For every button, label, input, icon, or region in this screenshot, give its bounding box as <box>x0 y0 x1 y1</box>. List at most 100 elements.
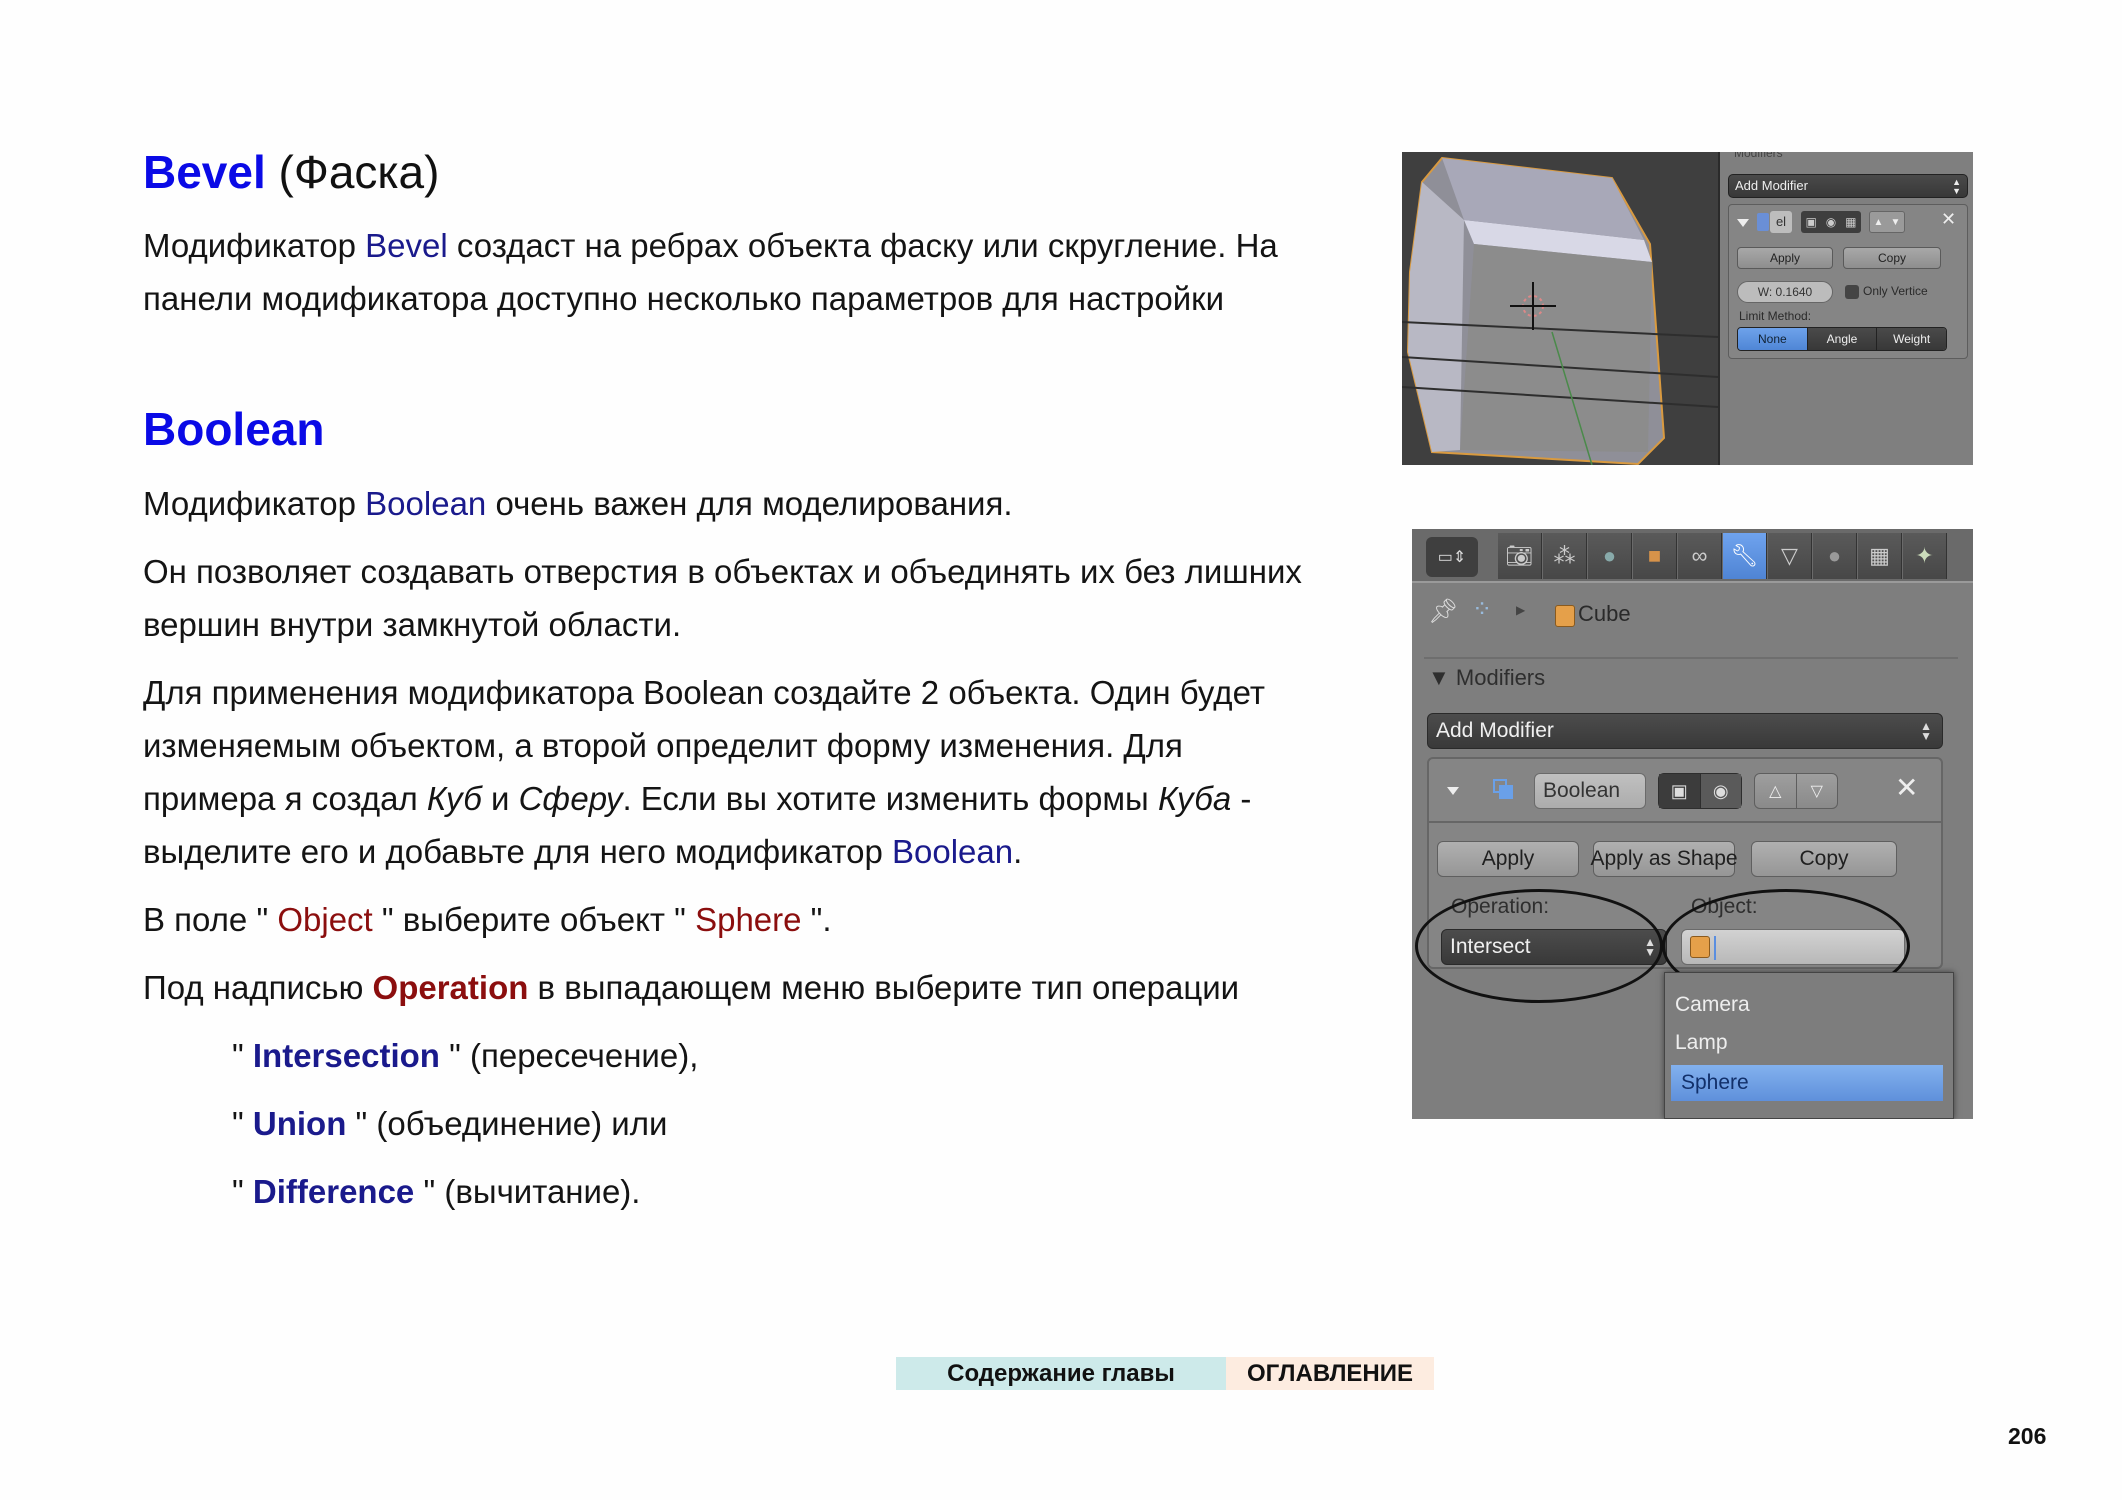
editor-type-selector[interactable]: ▭⇕ <box>1426 537 1478 577</box>
apply-button[interactable]: Apply <box>1737 247 1833 269</box>
cube-term: Куб <box>426 780 482 817</box>
menu-item-lamp[interactable]: Lamp <box>1665 1025 1953 1061</box>
render-icon[interactable]: ▣ <box>1805 215 1816 229</box>
move-up-icon[interactable]: ▲ <box>1874 217 1884 228</box>
move-up-icon[interactable]: △ <box>1755 774 1797 808</box>
cube-object-icon <box>1555 605 1575 627</box>
boolean-paragraph-3-line-4: выделите его и добавьте для него модифик… <box>143 832 1022 872</box>
table-of-contents-link[interactable]: ОГЛАВЛЕНИЕ <box>1226 1357 1434 1390</box>
up-down-arrows-icon: ▲ ▼ <box>1920 719 1932 743</box>
limit-method-weight[interactable]: Weight <box>1877 328 1946 350</box>
operation-desc: " (вычитание). <box>414 1173 641 1210</box>
cube-term: Куба <box>1157 780 1232 817</box>
tab-modifiers[interactable]: 🔧︎ <box>1723 533 1767 579</box>
object-keyword: Object <box>277 901 373 938</box>
text: - <box>1231 780 1252 817</box>
scene-icon: ⁂ <box>1553 543 1576 568</box>
text: " <box>232 1105 253 1142</box>
camera-icon: 📷︎ <box>1505 543 1534 568</box>
add-modifier-label: Add Modifier <box>1735 178 1808 193</box>
text: Модификатор <box>143 227 366 264</box>
limit-method-none[interactable]: None <box>1738 328 1808 350</box>
tab-render[interactable]: 📷︎ <box>1498 533 1542 579</box>
modifier-name-field[interactable]: Boolean <box>1534 773 1646 809</box>
tab-material[interactable]: ● <box>1813 533 1857 579</box>
add-modifier-dropdown[interactable]: Add Modifier ▲ ▼ <box>1427 713 1943 749</box>
wrench-icon: 🔧︎ <box>1730 543 1759 568</box>
bevel-modifier-box: el ▣ ◉ ▦ ▲ ▼ ✕ Apply Copy W: 0.1640 Only Ve… <box>1728 204 1968 359</box>
modifier-name-field[interactable]: el <box>1770 211 1792 233</box>
width-field[interactable]: W: 0.1640 <box>1737 281 1833 303</box>
operation-item-difference: " Difference " (вычитание). <box>232 1172 640 1212</box>
boolean-paragraph-2-line-2: вершин внутри замкнутой области. <box>143 606 682 643</box>
apply-as-shape-button[interactable]: Apply as Shape <box>1590 841 1738 877</box>
bevel-heading-translation: (Фаска) <box>265 146 440 198</box>
text: " выберите объект " <box>372 901 696 938</box>
remove-modifier-close-icon[interactable]: ✕ <box>1895 771 1918 804</box>
boolean-keyword: Boolean <box>891 833 1014 870</box>
boolean-modifier-icon-inner <box>1499 785 1513 799</box>
add-modifier-dropdown[interactable]: Add Modifier ▲ ▼ <box>1728 174 1968 198</box>
text: . Если вы хотите изменить формы <box>622 780 1158 817</box>
menu-item-sphere[interactable]: Sphere <box>1671 1065 1943 1101</box>
eye-icon[interactable]: ◉ <box>1700 774 1741 808</box>
copy-button[interactable]: Copy <box>1751 841 1897 877</box>
boolean-heading-keyword: Boolean <box>143 403 325 455</box>
pin-icon[interactable]: 📌︎ <box>1428 597 1458 626</box>
visibility-toggles[interactable]: ▣ ◉ ▦ <box>1801 211 1861 233</box>
text: ". <box>801 901 832 938</box>
breadcrumb-arrow-icon: ▶ <box>1516 603 1526 617</box>
text: и <box>481 780 519 817</box>
editmode-icon[interactable]: ▦ <box>1845 215 1856 229</box>
tab-particles[interactable]: ✦ <box>1903 533 1947 579</box>
tab-scene[interactable]: ⁂ <box>1543 533 1587 579</box>
tab-world[interactable]: ● <box>1588 533 1632 579</box>
sphere-keyword: Sphere <box>695 901 802 938</box>
chapter-contents-link[interactable]: Содержание главы <box>896 1357 1226 1390</box>
expand-triangle-icon: ▼ <box>1428 665 1456 690</box>
close-icon[interactable]: ✕ <box>1941 209 1956 230</box>
only-vertices-checkbox[interactable] <box>1845 285 1859 299</box>
sphere-term: Сферу <box>518 780 623 817</box>
only-vertices-label: Only Vertice <box>1863 284 1928 298</box>
tab-constraints[interactable]: ∞ <box>1678 533 1722 579</box>
world-icon: ● <box>1602 543 1617 568</box>
copy-button[interactable]: Copy <box>1843 247 1941 269</box>
collapse-triangle-icon[interactable] <box>1447 787 1459 795</box>
tab-texture[interactable]: ▦ <box>1858 533 1902 579</box>
text: " <box>232 1173 253 1210</box>
modifier-type-icon <box>1757 213 1769 231</box>
move-down-icon[interactable]: ▽ <box>1797 774 1838 808</box>
add-modifier-label: Add Modifier <box>1436 719 1554 742</box>
text: примера я создал <box>143 780 427 817</box>
bevel-heading-keyword: Bevel <box>143 146 266 198</box>
text: Модификатор <box>143 485 366 522</box>
operation-item-intersection: " Intersection " (пересечение), <box>232 1036 698 1076</box>
bevel-keyword: Bevel <box>365 227 448 264</box>
boolean-keyword: Boolean <box>365 485 487 522</box>
bevel-heading: Bevel (Фаска) <box>143 144 439 200</box>
render-toggle-icon[interactable]: ▣ <box>1659 774 1701 808</box>
modifiers-panel-header[interactable]: ▼ Modifiers <box>1428 665 1545 691</box>
text: выделите его и добавьте для него модифик… <box>143 833 892 870</box>
move-buttons[interactable]: △ ▽ <box>1754 773 1838 809</box>
collapse-triangle-icon[interactable] <box>1737 219 1749 227</box>
bevel-modifier-panel: Modifiers Add Modifier ▲ ▼ el ▣ ◉ ▦ ▲ ▼ ✕ App… <box>1718 152 1973 465</box>
tab-data[interactable]: ▽ <box>1768 533 1812 579</box>
bevel-paragraph-line-1: Модификатор Bevel создаст на ребрах объе… <box>143 226 1278 266</box>
bevel-3d-viewport <box>1402 152 1719 465</box>
boolean-paragraph-5: Под надписью Operation в выпадающем меню… <box>143 968 1239 1008</box>
apply-button[interactable]: Apply <box>1437 841 1579 877</box>
limit-method-selector[interactable]: None Angle Weight <box>1737 327 1947 351</box>
beveled-cube-render <box>1402 152 1719 465</box>
menu-item-camera[interactable]: Camera <box>1665 987 1953 1023</box>
eye-icon[interactable]: ◉ <box>1826 215 1836 229</box>
move-down-icon[interactable]: ▼ <box>1891 217 1901 228</box>
boolean-paragraph-3-line-3: примера я создал Куб и Сферу. Если вы хо… <box>143 779 1251 819</box>
tab-object[interactable]: ■ <box>1633 533 1677 579</box>
page-number: 206 <box>2008 1423 2047 1449</box>
boolean-paragraph-4: В поле " Object " выберите объект " Sphe… <box>143 900 832 940</box>
visibility-toggles[interactable]: ▣ ◉ <box>1658 773 1742 809</box>
move-buttons[interactable]: ▲ ▼ <box>1869 211 1905 233</box>
limit-method-angle[interactable]: Angle <box>1807 328 1878 350</box>
